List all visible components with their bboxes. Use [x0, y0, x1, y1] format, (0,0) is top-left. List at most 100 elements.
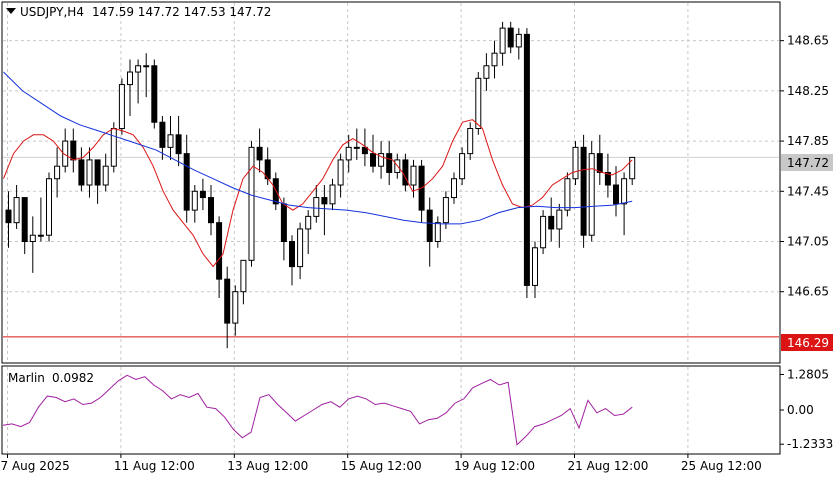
candle-body-bear: [289, 240, 295, 268]
candle-body-bull: [110, 128, 117, 167]
candle-body-bull: [353, 146, 360, 149]
candle-body-bull: [313, 197, 320, 217]
candle-body-bear: [256, 146, 263, 161]
candle-body-bull: [588, 153, 595, 236]
candle-body-bull: [540, 215, 547, 249]
candle-body-bull: [434, 222, 441, 242]
candle-body-bear: [175, 134, 182, 155]
ohlc-values: 147.59 147.72 147.53 147.72: [92, 5, 271, 19]
candle-body-bear: [159, 121, 166, 148]
candle-body-bull: [337, 159, 344, 186]
osc-tick-label: 0.00: [787, 403, 814, 417]
candle-body-bull: [13, 197, 20, 224]
candle-body-bull: [102, 165, 109, 186]
candle-body-bull: [297, 228, 304, 268]
candle: [523, 28, 530, 298]
candle-body-bull: [29, 234, 36, 242]
oscillator-axis: 1.2805 0.00 -1.2333: [780, 367, 833, 451]
time-tick-label: 21 Aug 12:00: [568, 459, 649, 473]
osc-tick-label: -1.2333: [787, 437, 833, 451]
price-tick-label: 147.05: [787, 234, 829, 248]
price-pane[interactable]: [1, 1, 781, 364]
candle-body-bull: [515, 33, 522, 48]
price-tick-label: 147.85: [787, 134, 829, 148]
candle-body-bear: [5, 209, 12, 224]
candle-body-bear: [208, 197, 214, 224]
candle-body-bear: [183, 153, 190, 211]
candle-body-bull: [127, 71, 133, 86]
candle-body-bull: [46, 178, 52, 236]
candle-body-bull: [143, 65, 150, 68]
candle: [151, 59, 158, 129]
candle-body-bull: [467, 128, 474, 155]
price-tick-label: 147.45: [787, 184, 829, 198]
candle: [118, 78, 125, 135]
candle-body-bull: [621, 178, 628, 205]
candle-body-bull: [475, 77, 482, 130]
candle-body-bear: [548, 215, 555, 230]
time-tick-label: 11 Aug 12:00: [114, 459, 195, 473]
candle-body-bull: [451, 178, 457, 199]
candle-body-bull: [410, 165, 417, 186]
candle-body-bull: [232, 291, 239, 324]
time-tick-label: 15 Aug 12:00: [341, 459, 422, 473]
candle-body-bull: [118, 84, 125, 130]
candle: [248, 141, 255, 267]
candle-body-bear: [70, 140, 77, 161]
candle-body-bear: [580, 146, 587, 236]
candle-body-bear: [370, 153, 376, 167]
candle-body-bull: [167, 134, 174, 148]
oscillator-value: 0.0982: [52, 371, 94, 385]
candle-body-bull: [191, 190, 198, 211]
price-tick-label: 148.25: [787, 84, 829, 98]
last-price-label: 147.72: [787, 156, 829, 170]
candle-body-bull: [572, 146, 579, 180]
oscillator-name: Marlin: [8, 371, 45, 385]
candle-body-bull: [86, 159, 93, 186]
candle-body-bear: [613, 184, 619, 205]
candle: [564, 172, 571, 217]
candle: [588, 141, 595, 242]
chart-canvas[interactable]: 148.65 148.25 147.85 147.45 147.05 146.65 1.2…: [0, 0, 838, 477]
time-tick-label: 13 Aug 12:00: [227, 459, 308, 473]
candle: [580, 134, 587, 248]
candle-body-bull: [135, 65, 142, 73]
candle: [540, 210, 547, 255]
candle-body-bull: [305, 215, 312, 230]
candle-body-bull: [532, 247, 538, 286]
candle-body-bear: [386, 153, 393, 173]
candle-body-bear: [216, 222, 223, 280]
candle-body-bull: [459, 153, 466, 180]
chart-window: 148.65 148.25 147.85 147.45 147.05 146.65 1.2…: [0, 0, 838, 477]
candle-body-bear: [199, 190, 206, 199]
symbol-label: USDJPY,H4: [20, 5, 84, 19]
candle-body-bear: [321, 197, 328, 205]
time-tick-label: 25 Aug 12:00: [681, 459, 762, 473]
candle-body-bull: [483, 65, 490, 79]
candle-body-bull: [248, 146, 255, 261]
candle-body-bull: [345, 146, 352, 161]
level-price-label: 146.29: [787, 336, 829, 350]
candle-body-bull: [442, 197, 449, 224]
time-axis: 7 Aug 2025 11 Aug 12:00 13 Aug 12:00 15 Aug…: [1, 454, 762, 473]
candle-body-bear: [151, 65, 158, 123]
price-tick-label: 148.65: [787, 34, 829, 48]
candle-body-bull: [329, 184, 336, 205]
candle-body-bear: [280, 203, 287, 242]
osc-tick-label: 1.2805: [787, 367, 829, 381]
oscillator-pane[interactable]: [1, 365, 781, 455]
candle-body-bull: [564, 178, 571, 211]
candle-body-bear: [426, 209, 433, 242]
candle-body-bear: [94, 159, 101, 186]
time-tick-label: 19 Aug 12:00: [454, 459, 535, 473]
candle-body-bull: [556, 209, 563, 230]
price-tick-label: 146.65: [787, 285, 829, 299]
candle: [572, 141, 579, 186]
candle-body-bear: [224, 278, 231, 324]
candle: [46, 172, 52, 242]
candle-body-bear: [596, 153, 603, 173]
candle-body-bull: [499, 27, 506, 54]
candle-body-bear: [507, 27, 514, 48]
candle-body-bear: [523, 33, 530, 286]
candle-body-bear: [21, 197, 28, 242]
